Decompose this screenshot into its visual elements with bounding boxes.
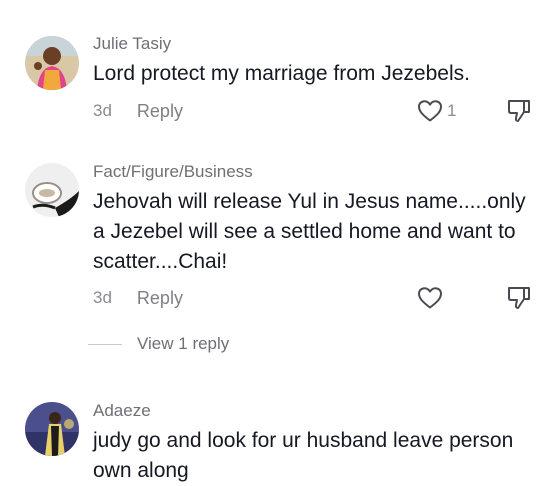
comment-meta: 3d Reply [93,99,183,123]
avatar[interactable] [25,36,79,90]
comment-author[interactable]: Fact/Figure/Business [93,162,253,182]
reply-button[interactable]: Reply [137,288,183,309]
thumbs-down-icon [508,287,530,309]
heart-outline-icon [418,100,442,122]
comment-text: Jehovah will release Yul in Jesus name..… [93,190,526,273]
heart-outline-icon [418,287,442,309]
comment-time: 3d [93,101,112,120]
like-count: 1 [447,101,457,120]
dislike-button[interactable] [506,98,532,124]
comment-author[interactable]: Julie Tasiy [93,34,171,54]
comment-time: 3d [93,288,112,307]
comment-author[interactable]: Adaeze [93,401,151,421]
thumbs-down-icon [508,100,530,122]
dislike-button[interactable] [506,285,532,311]
divider [88,343,122,345]
avatar[interactable] [25,163,79,217]
view-replies-label: View 1 reply [137,334,230,353]
avatar[interactable] [25,402,79,456]
view-replies-button[interactable]: View 1 reply [88,333,229,355]
comment-text: Lord protect my marriage from Jezebels. [93,62,470,85]
reply-button[interactable]: Reply [137,101,183,122]
comment-meta: 3d Reply [93,286,183,310]
comment-text: judy go and look for ur husband leave pe… [93,429,514,482]
like-button[interactable] [417,285,447,311]
like-button[interactable]: 1 [417,98,456,124]
